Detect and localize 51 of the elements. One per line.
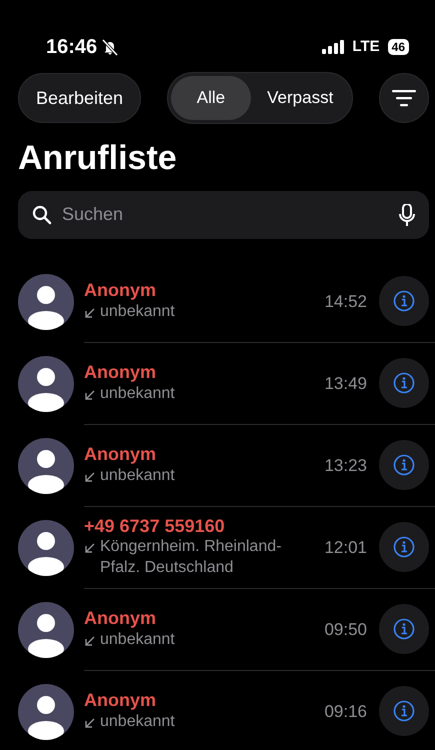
call-detail: unbekannt: [100, 630, 175, 650]
clock-time: 16:46: [46, 35, 98, 60]
avatar-icon: [18, 438, 74, 494]
call-time: 13:23: [324, 454, 367, 477]
call-time: 13:49: [324, 372, 367, 395]
info-icon: [393, 372, 415, 394]
incoming-arrow-icon: [84, 634, 96, 647]
caller-name: Anonym: [84, 444, 157, 466]
info-icon: [393, 536, 415, 558]
filter-segmented-control[interactable]: Alle Verpasst: [166, 72, 354, 124]
call-detail: unbekannt: [100, 384, 175, 404]
search-bar[interactable]: Suchen: [18, 190, 429, 239]
call-detail: Köngernheim. Rheinland-Pfalz. Deutschland: [100, 537, 282, 578]
call-time: 12:01: [324, 536, 367, 559]
search-field[interactable]: Suchen: [60, 200, 391, 230]
caller-name: Anonym: [84, 608, 157, 630]
info-icon: [393, 700, 415, 722]
filter-tab[interactable]: Alle: [170, 76, 252, 120]
page-title: Anrufliste: [18, 138, 178, 179]
call-time: 14:52: [324, 290, 367, 313]
incoming-arrow-icon: [84, 716, 96, 729]
microphone-icon: [399, 204, 415, 226]
signal-icon: [322, 40, 344, 54]
filter-lines-icon: [392, 89, 416, 107]
call-detail: unbekannt: [100, 712, 175, 732]
caller-name: Anonym: [84, 280, 157, 302]
info-icon: [393, 618, 415, 640]
search-icon: [32, 204, 52, 225]
filter-button[interactable]: [379, 73, 429, 123]
call-detail: unbekannt: [100, 302, 175, 322]
edit-button[interactable]: Bearbeiten: [18, 73, 142, 123]
avatar-icon: [18, 602, 74, 658]
avatar-icon: [18, 684, 74, 740]
incoming-arrow-icon: [84, 306, 96, 319]
info-icon: [393, 290, 415, 312]
battery-indicator: 46: [388, 39, 409, 55]
call-time: 09:50: [324, 618, 367, 641]
avatar-icon: [18, 356, 74, 412]
call-detail: unbekannt: [100, 466, 175, 486]
incoming-arrow-icon: [84, 388, 96, 401]
caller-name: +49 6737 559160: [84, 516, 226, 538]
incoming-arrow-icon: [84, 542, 96, 554]
incoming-arrow-icon: [84, 470, 96, 483]
call-time: 09:16: [324, 700, 367, 723]
caller-name: Anonym: [84, 362, 157, 384]
info-icon: [393, 454, 415, 476]
avatar-icon: [18, 274, 74, 330]
filter-tab[interactable]: Verpasst: [251, 76, 350, 120]
caller-name: Anonym: [84, 690, 157, 712]
avatar-icon: [18, 520, 74, 576]
network-label: LTE: [352, 36, 380, 57]
